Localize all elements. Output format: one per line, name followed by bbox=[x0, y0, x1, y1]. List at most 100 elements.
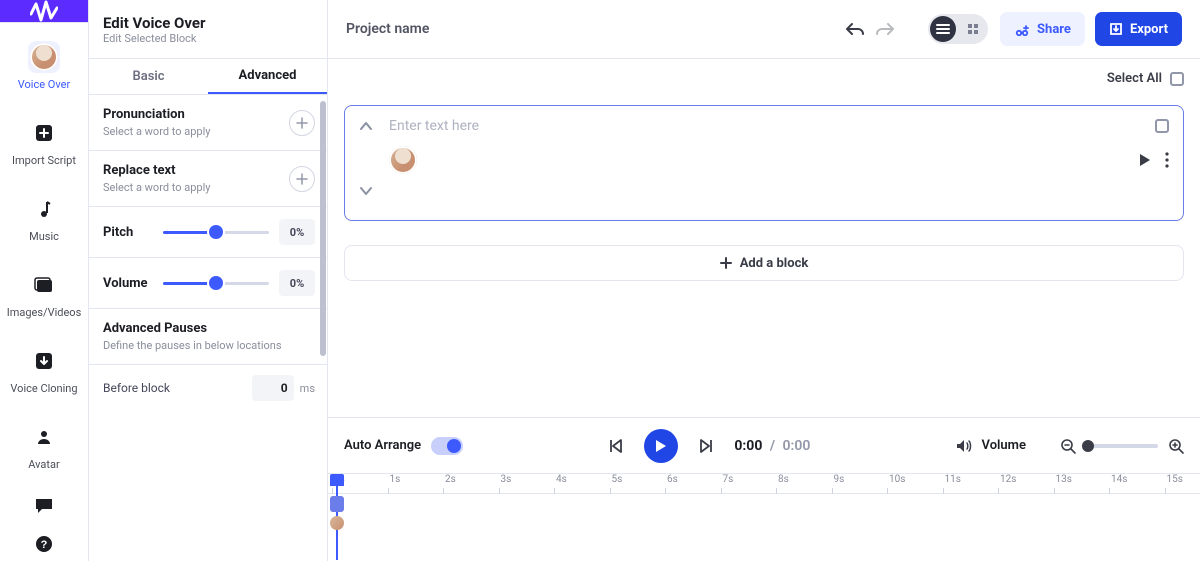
timeline-tick: 4s bbox=[556, 474, 567, 485]
panel-header: Edit Voice Over Edit Selected Block bbox=[89, 0, 327, 59]
pause-before-label: Before block bbox=[103, 381, 252, 395]
section-pitch: Pitch 0% bbox=[89, 207, 327, 258]
nav-label: Images/Videos bbox=[7, 306, 82, 319]
chat-icon[interactable] bbox=[34, 497, 54, 515]
section-advanced-pauses: Advanced Pauses Define the pauses in bel… bbox=[89, 309, 327, 365]
canvas-area: Project name Share Export Select All bbox=[328, 0, 1200, 561]
time-current: 0:00 bbox=[734, 438, 762, 454]
timeline-tick: 8s bbox=[778, 474, 789, 485]
skip-back-button[interactable] bbox=[608, 438, 624, 454]
volume-icon bbox=[956, 439, 972, 453]
nav-voice-over[interactable]: Voice Over bbox=[18, 41, 70, 91]
timeline-tick: 7s bbox=[723, 474, 734, 485]
section-volume: Volume 0% bbox=[89, 258, 327, 309]
select-all-label: Select All bbox=[1107, 71, 1162, 86]
pronunciation-add-button[interactable] bbox=[289, 110, 315, 136]
export-label: Export bbox=[1130, 22, 1168, 37]
select-all-checkbox[interactable] bbox=[1170, 72, 1184, 86]
timeline-tick: 11s bbox=[945, 474, 961, 485]
play-icon bbox=[655, 439, 667, 453]
pauses-sub: Define the pauses in below locations bbox=[103, 339, 282, 352]
timeline-tick: 12s bbox=[1000, 474, 1016, 485]
share-button[interactable]: Share bbox=[1000, 12, 1085, 46]
volume-label: Volume bbox=[103, 276, 153, 291]
pronunciation-sub: Select a word to apply bbox=[103, 125, 289, 138]
timeline-footer: Auto Arrange 0:00 / 0:00 Volume bbox=[328, 417, 1200, 561]
timeline[interactable]: 0s1s2s3s4s5s6s7s8s9s10s11s12s13s14s15s16… bbox=[328, 474, 1200, 561]
edit-panel: Edit Voice Over Edit Selected Block Basi… bbox=[88, 0, 328, 561]
timeline-tick: 13s bbox=[1056, 474, 1072, 485]
nav-label: Voice Over bbox=[18, 78, 70, 91]
playback-time: 0:00 / 0:00 bbox=[734, 438, 810, 454]
person-icon bbox=[36, 429, 52, 445]
export-icon bbox=[1109, 22, 1123, 36]
view-mode-grid-icon bbox=[960, 16, 986, 42]
timeline-tick: 1s bbox=[390, 474, 401, 485]
view-mode-toggle[interactable] bbox=[928, 14, 988, 44]
undo-button[interactable] bbox=[846, 22, 864, 36]
chevron-down-icon[interactable] bbox=[359, 186, 373, 196]
plus-box-icon bbox=[35, 124, 53, 142]
block-checkbox[interactable] bbox=[1155, 119, 1169, 133]
pause-before-block: Before block 0 ms bbox=[89, 365, 327, 411]
tab-advanced[interactable]: Advanced bbox=[208, 59, 327, 94]
volume-slider[interactable] bbox=[163, 282, 269, 285]
add-block-label: Add a block bbox=[740, 256, 809, 271]
pitch-slider[interactable] bbox=[163, 231, 269, 234]
play-block-button[interactable] bbox=[1139, 153, 1151, 167]
help-icon[interactable]: ? bbox=[35, 535, 53, 553]
zoom-out-button[interactable] bbox=[1060, 438, 1076, 454]
block-speaker-avatar[interactable] bbox=[389, 146, 417, 174]
brand-logo[interactable] bbox=[0, 0, 88, 23]
nav-label: Voice Cloning bbox=[10, 382, 77, 395]
timeline-tick: 9s bbox=[834, 474, 845, 485]
section-replace-text: Replace text Select a word to apply bbox=[89, 151, 327, 207]
replace-sub: Select a word to apply bbox=[103, 181, 289, 194]
nav-import-script[interactable]: Import Script bbox=[12, 117, 76, 167]
export-button[interactable]: Export bbox=[1095, 12, 1182, 46]
share-icon bbox=[1014, 22, 1030, 36]
nav-avatar[interactable]: Avatar bbox=[28, 421, 60, 471]
nav-music[interactable]: Music bbox=[28, 193, 60, 243]
zoom-slider[interactable] bbox=[1086, 444, 1158, 448]
svg-text:?: ? bbox=[41, 539, 48, 551]
nav-images-videos[interactable]: Images/Videos bbox=[7, 269, 82, 319]
panel-subtitle: Edit Selected Block bbox=[103, 32, 313, 45]
pitch-value: 0% bbox=[279, 219, 315, 245]
view-mode-list-icon bbox=[930, 16, 956, 42]
zoom-in-button[interactable] bbox=[1168, 438, 1184, 454]
skip-forward-button[interactable] bbox=[698, 438, 714, 454]
image-stack-icon bbox=[34, 277, 54, 293]
auto-arrange-label: Auto Arrange bbox=[344, 438, 421, 453]
nav-label: Music bbox=[29, 230, 59, 243]
panel-scrollbar[interactable] bbox=[319, 95, 327, 561]
plus-icon bbox=[296, 117, 308, 129]
select-all[interactable]: Select All bbox=[1107, 71, 1184, 86]
pause-before-value[interactable]: 0 bbox=[252, 375, 294, 401]
voice-block[interactable]: Enter text here bbox=[344, 105, 1184, 221]
plus-icon bbox=[296, 173, 308, 185]
timeline-clip[interactable] bbox=[330, 496, 344, 512]
project-name-input[interactable]: Project name bbox=[346, 21, 846, 37]
auto-arrange-toggle[interactable] bbox=[431, 437, 463, 455]
timeline-ruler: 0s1s2s3s4s5s6s7s8s9s10s11s12s13s14s15s16… bbox=[328, 474, 1200, 494]
timeline-tick: 3s bbox=[501, 474, 512, 485]
redo-button[interactable] bbox=[876, 22, 894, 36]
block-menu-button[interactable] bbox=[1165, 152, 1169, 168]
nav-voice-cloning[interactable]: Voice Cloning bbox=[10, 345, 77, 395]
replace-add-button[interactable] bbox=[289, 166, 315, 192]
add-block-button[interactable]: Add a block bbox=[344, 245, 1184, 281]
clone-download-icon bbox=[35, 352, 53, 370]
timeline-track-preview bbox=[330, 496, 344, 530]
play-button[interactable] bbox=[644, 429, 678, 463]
block-text-input[interactable]: Enter text here bbox=[389, 118, 1139, 134]
pronunciation-title: Pronunciation bbox=[103, 107, 289, 122]
pauses-title: Advanced Pauses bbox=[103, 321, 207, 336]
timeline-tick: 2s bbox=[445, 474, 456, 485]
volume-value: 0% bbox=[279, 270, 315, 296]
tab-basic[interactable]: Basic bbox=[89, 59, 208, 94]
nav-rail: Voice Over Import Script Music Images/Vi… bbox=[0, 0, 88, 561]
chevron-up-icon[interactable] bbox=[359, 121, 373, 131]
timeline-tick: 15s bbox=[1167, 474, 1183, 485]
replace-title: Replace text bbox=[103, 163, 289, 178]
